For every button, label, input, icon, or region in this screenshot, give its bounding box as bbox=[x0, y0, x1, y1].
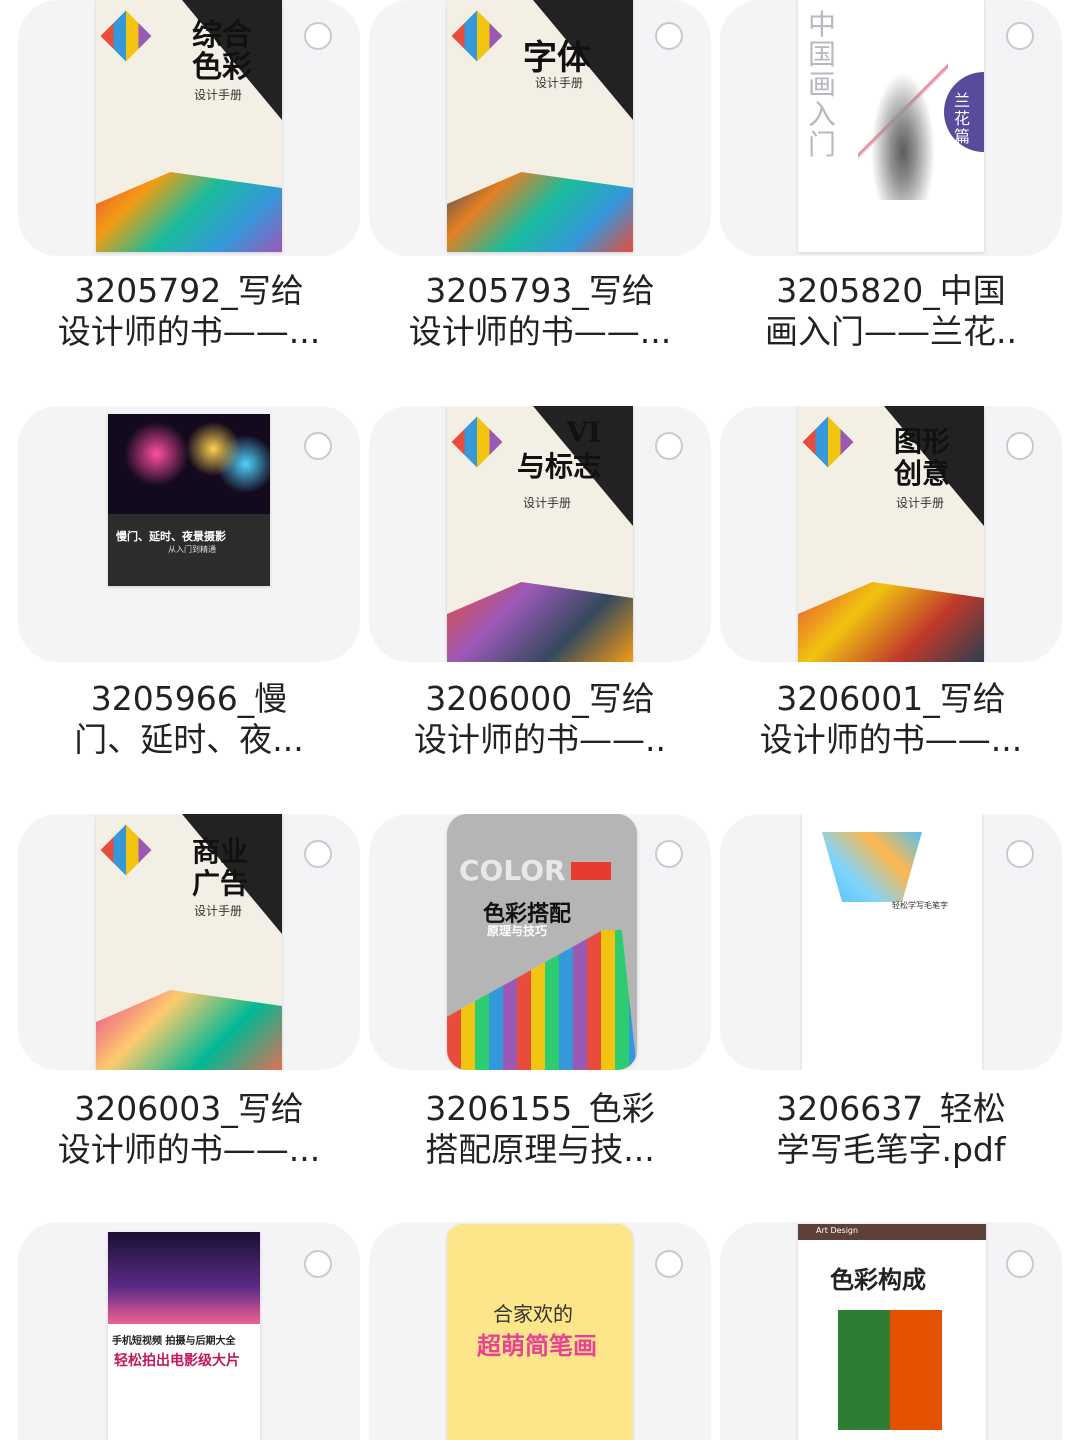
file-name[interactable]: 3206637_轻松 学写毛笔字.pdf bbox=[720, 1088, 1062, 1170]
file-name[interactable]: 3205966_慢 门、延时、夜... bbox=[18, 678, 360, 760]
book-cover: 字体 设计手册 bbox=[447, 0, 633, 252]
file-name-line1: 3206637_轻松 bbox=[776, 1089, 1006, 1128]
file-tile[interactable]: COLOR 色彩搭配 原理与技巧 bbox=[369, 814, 711, 1070]
cover-subtitle: 超萌简笔画 bbox=[477, 1332, 597, 1360]
file-name-line2: 设计师的书——... bbox=[408, 312, 672, 351]
file-tile[interactable]: 轻松学写毛笔字 bbox=[720, 814, 1062, 1070]
book-cover: 综合 色彩 设计手册 bbox=[96, 0, 282, 252]
book-cover: COLOR 色彩搭配 原理与技巧 bbox=[447, 814, 637, 1070]
cover-subtitle: 兰花篇 bbox=[954, 91, 971, 146]
cover-title: 图形 创意 bbox=[894, 425, 951, 490]
radio-circle-icon[interactable] bbox=[655, 840, 683, 868]
book-cover: 轻松学写毛笔字 bbox=[802, 814, 982, 1070]
cover-subtitle: 设计手册 bbox=[523, 496, 572, 510]
cover-title: 合家欢的 bbox=[493, 1302, 573, 1326]
file-name[interactable]: 3205793_写给 设计师的书——... bbox=[369, 270, 711, 352]
radio-circle-icon[interactable] bbox=[1006, 22, 1034, 50]
file-name-line1: 3205820_中国 bbox=[776, 271, 1006, 310]
radio-circle-icon[interactable] bbox=[655, 22, 683, 50]
cover-subtitle: 设计手册 bbox=[896, 496, 945, 510]
cover-title: 字体 bbox=[523, 38, 591, 78]
cover-subtitle: 原理与技巧 bbox=[487, 924, 548, 938]
file-grid: 综合 色彩 设计手册 字体 设计手册 中国画入门 兰花篇 3205792_写给 … bbox=[0, 0, 1080, 1440]
file-name-line2: 搭配原理与技... bbox=[425, 1130, 655, 1169]
book-cover: 手机短视频 拍摄与后期大全 轻松拍出电影级大片 bbox=[108, 1232, 260, 1440]
cover-subtitle: Art Design bbox=[816, 1226, 859, 1235]
file-name-line1: 3206155_色彩 bbox=[425, 1089, 655, 1128]
file-name[interactable]: 3205792_写给 设计师的书——... bbox=[18, 270, 360, 352]
file-tile[interactable]: 商业 广告 设计手册 bbox=[18, 814, 360, 1070]
file-name-line1: 3205966_慢 bbox=[90, 679, 288, 718]
cover-subtitle: 设计手册 bbox=[535, 76, 584, 90]
book-cover: Art Design 色彩构成 bbox=[798, 1224, 986, 1440]
cover-extra: COLOR bbox=[459, 854, 566, 887]
cover-title: 商业 广告 bbox=[192, 835, 249, 900]
radio-circle-icon[interactable] bbox=[304, 432, 332, 460]
book-cover: VI 与标志 设计手册 bbox=[447, 406, 633, 662]
file-name[interactable]: 3205820_中国 画入门——兰花.. bbox=[720, 270, 1062, 352]
radio-circle-icon[interactable] bbox=[1006, 840, 1034, 868]
file-name-line1: 3206003_写给 bbox=[74, 1089, 304, 1128]
radio-circle-icon[interactable] bbox=[304, 22, 332, 50]
radio-circle-icon[interactable] bbox=[655, 1250, 683, 1278]
file-tile[interactable]: 图形 创意 设计手册 bbox=[720, 406, 1062, 662]
file-tile[interactable]: VI 与标志 设计手册 bbox=[369, 406, 711, 662]
file-tile[interactable]: 综合 色彩 设计手册 bbox=[18, 0, 360, 256]
cover-title: 慢门、延时、夜景摄影 bbox=[116, 530, 226, 543]
radio-circle-icon[interactable] bbox=[1006, 432, 1034, 460]
file-name-line1: 3206000_写给 bbox=[425, 679, 655, 718]
file-tile[interactable]: 慢门、延时、夜景摄影 从入门到精通 bbox=[18, 406, 360, 662]
file-tile[interactable]: 中国画入门 兰花篇 bbox=[720, 0, 1062, 256]
cover-title: 色彩构成 bbox=[830, 1266, 926, 1294]
file-tile[interactable]: 字体 设计手册 bbox=[369, 0, 711, 256]
file-name-line2: 设计师的书——... bbox=[57, 1130, 321, 1169]
cover-title: VI 与标志 bbox=[517, 416, 602, 483]
file-tile[interactable]: 手机短视频 拍摄与后期大全 轻松拍出电影级大片 bbox=[18, 1222, 360, 1440]
cover-subtitle: 设计手册 bbox=[194, 88, 243, 102]
file-name-line2: 画入门——兰花.. bbox=[765, 312, 1017, 351]
file-name-line1: 3205793_写给 bbox=[425, 271, 655, 310]
file-name-line2: 学写毛笔字.pdf bbox=[776, 1130, 1006, 1169]
file-name-line2: 设计师的书——.. bbox=[414, 720, 666, 759]
radio-circle-icon[interactable] bbox=[1006, 1250, 1034, 1278]
file-name[interactable]: 3206003_写给 设计师的书——... bbox=[18, 1088, 360, 1170]
radio-circle-icon[interactable] bbox=[304, 840, 332, 868]
book-cover: 慢门、延时、夜景摄影 从入门到精通 bbox=[108, 414, 270, 586]
file-name[interactable]: 3206000_写给 设计师的书——.. bbox=[369, 678, 711, 760]
book-cover: 商业 广告 设计手册 bbox=[96, 814, 282, 1070]
file-name[interactable]: 3206001_写给 设计师的书——... bbox=[720, 678, 1062, 760]
file-name-line1: 3205792_写给 bbox=[74, 271, 304, 310]
cover-title: 手机短视频 拍摄与后期大全 bbox=[112, 1336, 236, 1347]
file-tile[interactable]: Art Design 色彩构成 bbox=[720, 1222, 1062, 1440]
book-cover: 中国画入门 兰花篇 bbox=[798, 0, 984, 252]
cover-subtitle: 设计手册 bbox=[194, 904, 243, 918]
file-name-line1: 3206001_写给 bbox=[776, 679, 1006, 718]
file-name-line2: 门、延时、夜... bbox=[74, 720, 304, 759]
book-cover: 合家欢的 超萌简笔画 bbox=[447, 1224, 633, 1440]
file-name-line2: 设计师的书——... bbox=[57, 312, 321, 351]
cover-subtitle: 从入门到精通 bbox=[168, 545, 216, 554]
file-name-line2: 设计师的书——... bbox=[759, 720, 1023, 759]
file-name[interactable]: 3206155_色彩 搭配原理与技... bbox=[369, 1088, 711, 1170]
cover-title: 中国画入门 bbox=[808, 8, 837, 161]
file-tile[interactable]: 合家欢的 超萌简笔画 bbox=[369, 1222, 711, 1440]
radio-circle-icon[interactable] bbox=[304, 1250, 332, 1278]
book-cover: 图形 创意 设计手册 bbox=[798, 406, 984, 662]
cover-title: 轻松学写毛笔字 bbox=[892, 901, 948, 910]
cover-subtitle: 轻松拍出电影级大片 bbox=[114, 1353, 240, 1369]
radio-circle-icon[interactable] bbox=[655, 432, 683, 460]
cover-title: 综合 色彩 bbox=[192, 18, 252, 85]
